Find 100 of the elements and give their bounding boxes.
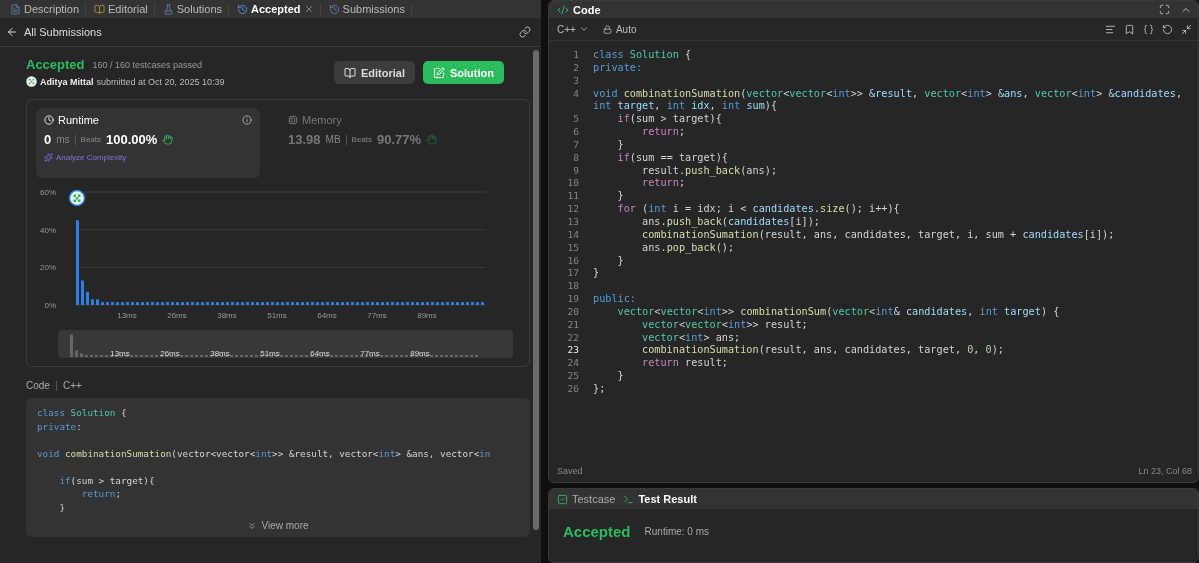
runtime-text: Runtime: 0 ms xyxy=(644,526,709,537)
chart-bar xyxy=(126,302,129,305)
code-line: private: xyxy=(593,61,644,75)
chart-bar xyxy=(351,302,354,305)
axis-label: 26ms xyxy=(167,311,187,320)
mode-label[interactable]: Auto xyxy=(602,23,637,35)
info-icon[interactable] xyxy=(242,115,252,125)
chart-bar xyxy=(206,302,209,305)
chart-bar xyxy=(296,302,299,305)
line-number: 2 xyxy=(572,61,580,75)
close-icon[interactable] xyxy=(303,4,314,14)
line-number: 25 xyxy=(566,370,580,383)
code-line: class Solution { xyxy=(37,406,127,420)
chart-bar xyxy=(361,302,364,305)
scrollbar[interactable] xyxy=(533,50,539,530)
axis-label: 0% xyxy=(44,301,56,310)
chart-bar xyxy=(121,302,124,305)
stat-title: Memory xyxy=(302,114,342,126)
view-more-link[interactable]: View more xyxy=(247,520,309,531)
code-label: Code xyxy=(26,380,50,391)
chart-bar xyxy=(306,302,309,305)
axis-label: 13ms xyxy=(117,311,137,320)
chart-overview[interactable]: 13ms 26ms 38ms 51ms 64ms 77ms 89ms xyxy=(58,330,513,358)
code-line: ans.push_back(candidates[i]); xyxy=(641,215,821,229)
chart-bar xyxy=(371,302,374,305)
line-number: 7 xyxy=(572,138,580,152)
panel-tab[interactable]: Testcase xyxy=(557,493,616,505)
code-line: ans.pop_back(); xyxy=(641,241,736,255)
chart-bar xyxy=(476,302,479,305)
fullscreen-icon[interactable] xyxy=(1159,4,1170,15)
line-number: 4 xyxy=(572,87,580,101)
chart-bar xyxy=(181,302,184,305)
code-line: } xyxy=(58,500,65,514)
line-number: 19 xyxy=(566,293,580,306)
format-icon[interactable] xyxy=(1105,23,1116,35)
panel-tab[interactable]: Test Result xyxy=(623,493,697,505)
chart-bar xyxy=(391,302,394,305)
link-icon[interactable] xyxy=(519,26,531,38)
chart-bar xyxy=(381,302,384,305)
document-icon xyxy=(10,3,21,15)
chart-bar xyxy=(421,302,424,305)
code-line: vector<vector<int>> result; xyxy=(641,318,809,332)
code-icon xyxy=(557,3,569,16)
history-icon xyxy=(328,3,340,15)
stat-panel[interactable]: Memory 13.98 MB Beats 90.77% xyxy=(280,108,504,178)
tab[interactable]: Solutions xyxy=(156,3,230,15)
braces-icon[interactable] xyxy=(1143,23,1154,35)
chart-bar xyxy=(481,302,484,305)
code-line: } xyxy=(593,267,601,281)
stat-panel[interactable]: Runtime 0 ms Beats 100.00% Analyze Complexity xyxy=(36,108,260,178)
code-line: return; xyxy=(80,487,121,501)
language-select[interactable]: C++ xyxy=(557,23,589,35)
chart-bar xyxy=(326,302,329,305)
axis-label: 51ms xyxy=(260,349,280,358)
chart-bar xyxy=(376,302,379,305)
axis-label: 60% xyxy=(40,188,56,197)
user-name[interactable]: Aditya Mittal xyxy=(40,76,94,87)
chart-bar xyxy=(131,302,134,305)
chart-bar xyxy=(301,302,304,305)
code-line: vector<int> ans; xyxy=(641,331,742,345)
line-number: 17 xyxy=(566,267,580,281)
history-icon xyxy=(237,3,249,15)
line-number: 14 xyxy=(566,228,580,242)
checkbox-icon xyxy=(557,493,568,505)
bookmark-icon[interactable] xyxy=(1124,23,1135,35)
chart-bar xyxy=(346,302,349,305)
back-link[interactable]: All Submissions xyxy=(6,26,102,38)
tab[interactable]: Accepted xyxy=(231,3,321,15)
code-line: for (int i = idx; i < candidates.size(); i++){ xyxy=(616,203,901,216)
tab[interactable]: Editorial xyxy=(88,3,155,15)
chart-bar xyxy=(186,302,189,305)
sparkle-icon xyxy=(44,153,53,162)
beats-value: 90.77% xyxy=(377,132,422,147)
reset-icon[interactable] xyxy=(1162,23,1173,35)
status-text: Accepted xyxy=(26,57,85,72)
code-line: combinationSumation(result, ans, candidates, target, 0, 0); xyxy=(641,344,1005,358)
line-number: 9 xyxy=(572,164,580,178)
chevrons-down-icon xyxy=(247,520,258,531)
chart-bar xyxy=(256,302,259,305)
axis-label: 89ms xyxy=(410,349,430,358)
minimize-icon[interactable] xyxy=(1181,23,1192,35)
tab[interactable]: Description xyxy=(4,3,87,15)
chart-bar xyxy=(216,302,219,305)
code-line: } xyxy=(616,190,625,204)
tab[interactable]: Submissions xyxy=(322,3,412,15)
chart-bar xyxy=(101,302,104,305)
terminal-icon xyxy=(623,493,635,505)
chip-icon xyxy=(288,115,298,125)
chart-bar xyxy=(116,302,119,305)
editorial-button[interactable]: Editorial xyxy=(334,61,415,84)
stat-unit: ms xyxy=(56,134,70,145)
chart-bar xyxy=(276,302,279,305)
line-number: 24 xyxy=(566,357,580,371)
line-number: 15 xyxy=(566,241,580,255)
code-tab[interactable]: Code xyxy=(557,3,601,16)
line-number: 11 xyxy=(566,190,580,204)
language-label: C++ xyxy=(62,380,82,391)
chart-bar xyxy=(466,302,469,305)
line-number: 21 xyxy=(566,318,580,332)
chart-bar xyxy=(96,299,99,305)
